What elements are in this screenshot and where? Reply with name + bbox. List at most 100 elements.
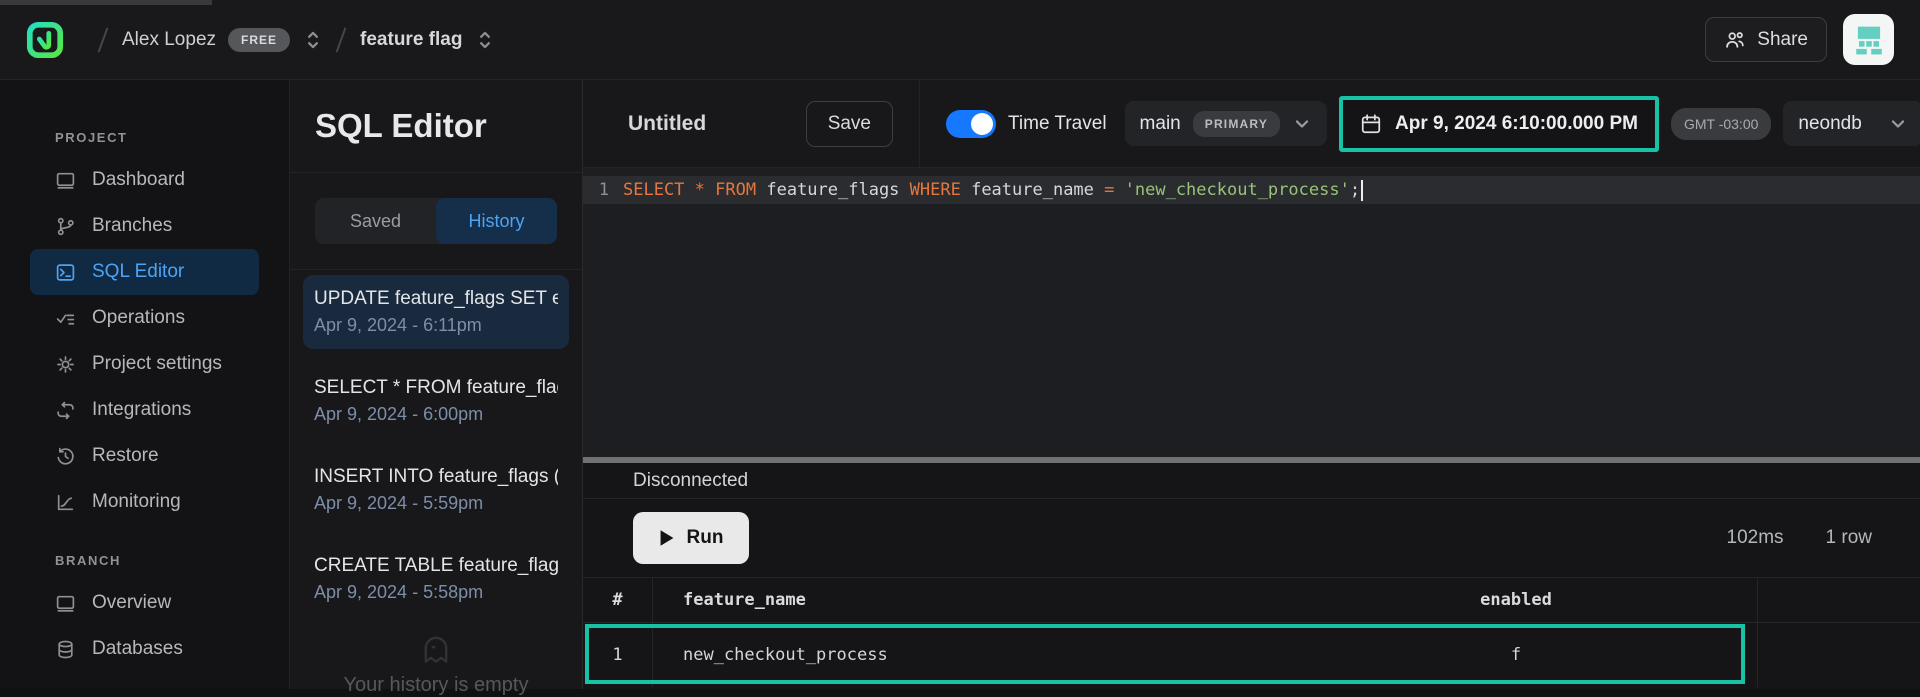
breadcrumb-project[interactable]: feature flag (360, 29, 462, 51)
chevron-down-icon (1292, 114, 1312, 134)
time-travel-label: Time Travel (1008, 113, 1107, 135)
sidebar-item-integrations[interactable]: Integrations (30, 387, 259, 433)
dashboard-icon (55, 170, 76, 191)
sidebar-section-project: PROJECT (55, 130, 289, 145)
history-query: CREATE TABLE feature_flags ( f... (314, 555, 558, 577)
run-button[interactable]: Run (633, 512, 749, 564)
calendar-icon (1360, 113, 1382, 135)
sidebar-item-label: Operations (92, 307, 185, 329)
sidebar-item-label: Project settings (92, 353, 222, 375)
results-table: # feature_name enabled 1 new_checkout_pr… (583, 578, 1920, 689)
column-header-index: # (583, 578, 653, 622)
ghost-icon (415, 631, 457, 665)
sidebar-item-label: Branches (92, 215, 172, 237)
text-cursor (1361, 180, 1363, 201)
history-empty-state: Your history is empty (303, 674, 569, 697)
cell-enabled: f (1412, 645, 1620, 665)
sidebar: PROJECT Dashboard Branches SQL Editor Op… (0, 80, 289, 689)
saved-history-tabs: Saved History (315, 198, 557, 244)
sidebar-item-operations[interactable]: Operations (30, 295, 259, 341)
query-duration: 102ms (1727, 527, 1784, 549)
history-timestamp: Apr 9, 2024 - 5:58pm (314, 582, 558, 603)
tab-history[interactable]: History (436, 198, 557, 244)
history-timestamp: Apr 9, 2024 - 6:00pm (314, 404, 558, 425)
sidebar-item-label: Monitoring (92, 491, 181, 513)
play-icon (659, 529, 675, 547)
query-doc-title[interactable]: Untitled (628, 112, 706, 136)
neon-logo-icon[interactable] (26, 21, 64, 59)
row-count: 1 row (1826, 527, 1872, 549)
overview-window-icon (55, 593, 76, 614)
org-switcher-icon[interactable] (304, 27, 322, 53)
sidebar-item-label: Overview (92, 592, 171, 614)
top-bar: Alex Lopez FREE feature flag Share (0, 0, 1920, 80)
avatar[interactable] (1843, 14, 1894, 65)
primary-badge: PRIMARY (1193, 111, 1280, 137)
sidebar-item-branches[interactable]: Branches (30, 203, 259, 249)
history-query: UPDATE feature_flags SET ena... (314, 288, 558, 310)
history-item[interactable]: CREATE TABLE feature_flags ( f... Apr 9,… (303, 542, 569, 616)
column-header-feature-name: feature_name (653, 590, 1412, 610)
code-line-1: 1SELECT * FROM feature_flags WHERE featu… (583, 176, 1920, 204)
sidebar-item-label: Databases (92, 638, 183, 660)
sidebar-item-label: SQL Editor (92, 261, 184, 283)
gear-icon (55, 354, 76, 375)
database-name: neondb (1798, 113, 1861, 135)
history-list: UPDATE feature_flags SET ena... Apr 9, 2… (290, 270, 582, 697)
column-header-enabled: enabled (1412, 590, 1620, 610)
history-item[interactable]: SELECT * FROM feature_flags ... Apr 9, 2… (303, 364, 569, 438)
branch-name: main (1140, 113, 1181, 135)
sidebar-item-dashboard[interactable]: Dashboard (30, 157, 259, 203)
database-select[interactable]: neondb (1783, 101, 1920, 146)
sql-code-editor[interactable]: 1SELECT * FROM feature_flags WHERE featu… (583, 168, 1920, 457)
cell-feature-name: new_checkout_process (653, 645, 1412, 665)
history-query: INSERT INTO feature_flags (fe... (314, 466, 558, 488)
page-title: SQL Editor (290, 80, 582, 173)
sidebar-item-label: Dashboard (92, 169, 185, 191)
sql-editor-panel: SQL Editor Saved History UPDATE feature_… (289, 80, 583, 689)
history-timestamp: Apr 9, 2024 - 5:59pm (314, 493, 558, 514)
share-people-icon (1724, 29, 1746, 51)
results-header-row: # feature_name enabled (583, 578, 1920, 623)
sidebar-item-label: Restore (92, 445, 159, 467)
editor-main: Untitled Save Time Travel main PRIMARY A… (583, 80, 1920, 689)
operations-checklist-icon (55, 308, 76, 329)
branch-select[interactable]: main PRIMARY (1125, 101, 1327, 146)
share-label: Share (1757, 29, 1808, 51)
git-branch-icon (55, 216, 76, 237)
history-query: SELECT * FROM feature_flags ... (314, 377, 558, 399)
project-switcher-icon[interactable] (476, 27, 494, 53)
sidebar-item-restore[interactable]: Restore (30, 433, 259, 479)
database-icon (55, 639, 76, 660)
table-row[interactable]: 1 new_checkout_process f (583, 623, 1920, 687)
breadcrumb-divider (336, 27, 347, 52)
editor-header: Untitled Save Time Travel main PRIMARY A… (583, 80, 1920, 168)
timezone-badge: GMT -03:00 (1671, 108, 1771, 140)
chart-icon (55, 492, 76, 513)
save-button[interactable]: Save (806, 101, 893, 147)
integrations-icon (55, 400, 76, 421)
sidebar-item-overview[interactable]: Overview (30, 580, 259, 626)
sidebar-section-branch: BRANCH (55, 553, 289, 568)
chevron-down-icon (1888, 114, 1908, 134)
terminal-icon (55, 262, 76, 283)
time-travel-datetime-picker[interactable]: Apr 9, 2024 6:10:00.000 PM (1339, 96, 1659, 152)
breadcrumb-divider (98, 27, 109, 52)
share-button[interactable]: Share (1705, 17, 1827, 62)
tab-saved[interactable]: Saved (315, 198, 436, 244)
line-number: 1 (583, 180, 623, 200)
datetime-value: Apr 9, 2024 6:10:00.000 PM (1395, 113, 1638, 135)
sidebar-item-label: Integrations (92, 399, 191, 421)
sidebar-item-monitoring[interactable]: Monitoring (30, 479, 259, 525)
sidebar-item-sql-editor[interactable]: SQL Editor (30, 249, 259, 295)
time-travel-toggle[interactable] (946, 110, 996, 138)
breadcrumb-org[interactable]: Alex Lopez (122, 29, 216, 51)
history-timestamp: Apr 9, 2024 - 6:11pm (314, 315, 558, 336)
sidebar-item-databases[interactable]: Databases (30, 626, 259, 672)
history-item[interactable]: UPDATE feature_flags SET ena... Apr 9, 2… (303, 275, 569, 349)
connection-status: Disconnected (633, 470, 748, 492)
sidebar-item-project-settings[interactable]: Project settings (30, 341, 259, 387)
restore-clock-icon (55, 446, 76, 467)
cell-row-index: 1 (583, 623, 653, 687)
history-item[interactable]: INSERT INTO feature_flags (fe... Apr 9, … (303, 453, 569, 527)
